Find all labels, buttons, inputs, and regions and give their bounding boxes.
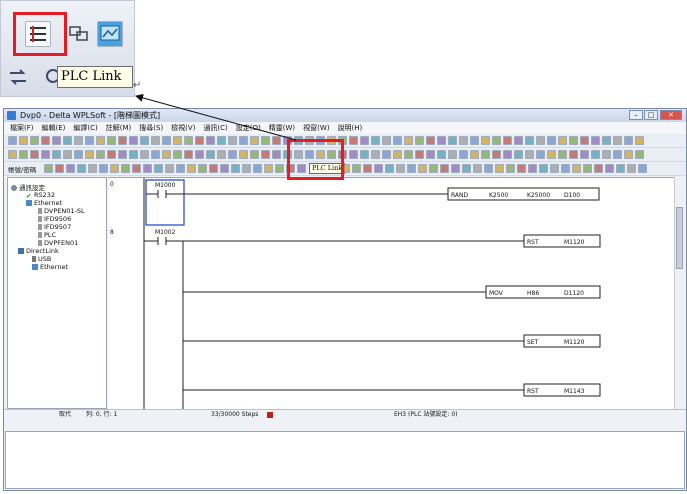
callout-arrow — [135, 93, 297, 141]
